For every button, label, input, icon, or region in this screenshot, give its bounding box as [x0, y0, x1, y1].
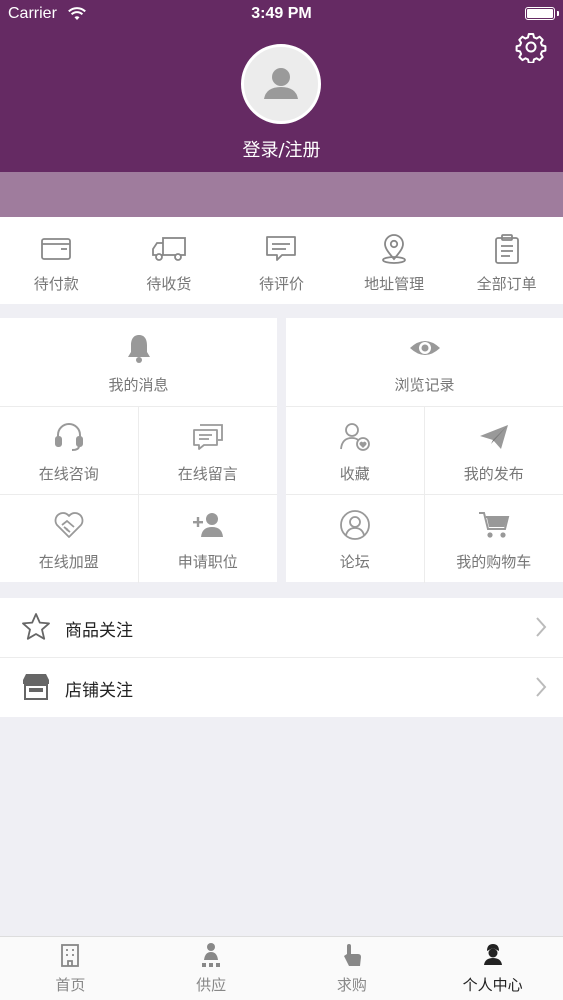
my-messages[interactable]: 我的消息	[0, 318, 277, 407]
online-consult[interactable]: 在线咨询	[0, 407, 139, 495]
tab-home[interactable]: 首页	[0, 937, 141, 1000]
order-label: 待付款	[33, 275, 79, 293]
login-register-link[interactable]: 登录/注册	[0, 136, 563, 162]
follow-label: 店铺关注	[65, 681, 133, 701]
status-time: 3:49 PM	[251, 5, 312, 22]
apply-position[interactable]: 申请职位	[139, 495, 278, 583]
grid-label: 我的购物车	[456, 553, 532, 571]
my-posts[interactable]: 我的发布	[424, 407, 563, 495]
grid-label: 浏览记录	[394, 376, 455, 394]
tab-label: 供应	[196, 976, 227, 994]
address-management[interactable]: 地址管理	[338, 217, 451, 304]
battery-icon	[525, 7, 559, 20]
paper-plane-icon	[477, 421, 511, 453]
building-icon	[59, 942, 81, 968]
store-icon	[20, 671, 52, 703]
chevron-right-icon	[535, 676, 547, 702]
services-panel-right: 浏览记录 收藏 我的发布 论坛 我的购物车	[286, 318, 563, 583]
user-heart-icon	[338, 421, 372, 453]
location-pin-icon	[378, 233, 410, 265]
headset-icon	[52, 421, 86, 453]
header-band	[0, 172, 563, 217]
order-pending-payment[interactable]: 待付款	[0, 217, 113, 304]
wallet-icon	[39, 233, 73, 265]
online-message[interactable]: 在线留言	[138, 407, 277, 495]
tab-bar: 首页 供应 求购 个人中心	[0, 936, 563, 1000]
eye-icon	[408, 332, 442, 364]
user-avatar-icon	[264, 68, 298, 99]
grid-label: 收藏	[339, 465, 370, 483]
browse-history[interactable]: 浏览记录	[286, 318, 563, 407]
tab-label: 首页	[55, 976, 86, 994]
supply-icon	[199, 942, 223, 968]
follow-list: 商品关注 店铺关注	[0, 598, 563, 717]
order-pending-review[interactable]: 待评价	[225, 217, 338, 304]
grid-label: 在线加盟	[38, 553, 99, 571]
order-label: 全部订单	[476, 275, 537, 293]
avatar[interactable]	[241, 44, 321, 124]
order-label: 地址管理	[364, 275, 425, 293]
order-shortcuts: 待付款 待收货 待评价 地址管理 全部订单	[0, 217, 563, 304]
online-franchise[interactable]: 在线加盟	[0, 495, 139, 583]
order-pending-receipt[interactable]: 待收货	[113, 217, 226, 304]
grid-label: 我的消息	[108, 376, 169, 394]
services-panel-left: 我的消息 在线咨询 在线留言 在线加盟 申请职位	[0, 318, 278, 583]
grid-label: 论坛	[339, 553, 370, 571]
grid-label: 我的发布	[463, 465, 524, 483]
add-user-icon	[190, 509, 226, 541]
tab-label: 求购	[336, 976, 367, 994]
store-follow-row[interactable]: 店铺关注	[0, 658, 563, 717]
grid-label: 申请职位	[177, 553, 238, 571]
forum-user-icon	[339, 509, 371, 541]
order-label: 待评价	[258, 275, 304, 293]
bell-icon	[125, 332, 153, 364]
cart-icon	[477, 509, 511, 541]
tab-purchase[interactable]: 求购	[282, 937, 423, 1000]
tab-label: 个人中心	[462, 976, 523, 994]
favorites[interactable]: 收藏	[286, 407, 425, 495]
forum[interactable]: 论坛	[286, 495, 425, 583]
hand-pointer-icon	[340, 942, 364, 968]
messages-icon	[191, 421, 225, 453]
tab-personal-center[interactable]: 个人中心	[422, 937, 563, 1000]
person-center-icon	[481, 942, 505, 968]
product-follow-row[interactable]: 商品关注	[0, 598, 563, 658]
profile-header: Carrier 3:49 PM 登录/注册	[0, 0, 563, 172]
gear-icon[interactable]	[515, 31, 547, 64]
handshake-heart-icon	[52, 509, 86, 541]
status-bar: Carrier 3:49 PM	[0, 0, 563, 30]
tab-supply[interactable]: 供应	[141, 937, 282, 1000]
chevron-right-icon	[535, 616, 547, 642]
grid-label: 在线咨询	[38, 465, 99, 483]
all-orders[interactable]: 全部订单	[450, 217, 563, 304]
grid-label: 在线留言	[177, 465, 238, 483]
order-label: 待收货	[146, 275, 192, 293]
shopping-cart[interactable]: 我的购物车	[425, 495, 563, 583]
truck-icon	[150, 233, 188, 265]
clipboard-icon	[492, 233, 522, 265]
follow-label: 商品关注	[65, 621, 133, 641]
comment-icon	[264, 233, 298, 265]
star-icon	[20, 611, 52, 643]
